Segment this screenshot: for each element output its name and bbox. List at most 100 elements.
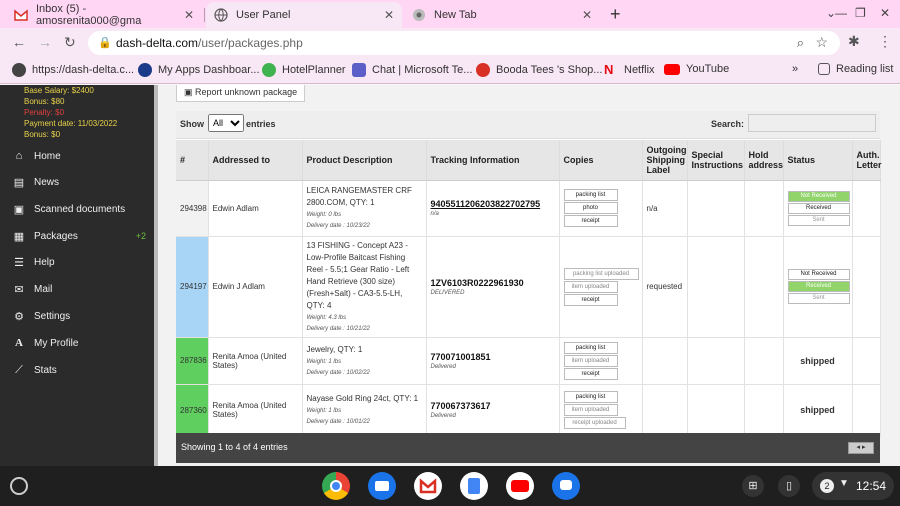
- bookmark-teams[interactable]: Chat | Microsoft Te...: [352, 63, 472, 77]
- maximize-icon[interactable]: ❐: [855, 6, 866, 20]
- status: Not Received Received Sent: [783, 180, 853, 237]
- addressed-to: Edwin J Adlam: [208, 236, 303, 338]
- sidebar-item-packages[interactable]: ▦ Packages +2: [0, 223, 154, 249]
- report-unknown-package-button[interactable]: ▣ Report unknown package: [176, 85, 306, 102]
- bookmark-booda-tees[interactable]: Booda Tees 's Shop...: [476, 63, 602, 77]
- tab-label: New Tab: [434, 9, 477, 21]
- forward-icon[interactable]: →: [38, 34, 52, 50]
- receipt-button[interactable]: receipt: [563, 215, 618, 227]
- tab-inbox[interactable]: Inbox (5) - amosrenita000@gma ✕: [6, 2, 202, 28]
- close-icon[interactable]: ✕: [384, 8, 394, 22]
- sidebar-item-settings[interactable]: ⚙ Settings: [0, 303, 154, 329]
- packing-list-button[interactable]: packing list: [563, 391, 618, 403]
- auth-letter: [852, 236, 881, 338]
- not-received-button[interactable]: Not Received: [787, 269, 850, 280]
- tracking-number[interactable]: 770067373617: [431, 401, 555, 411]
- tracking-number[interactable]: 1ZV6103R0222961930: [431, 278, 555, 288]
- item-uploaded-button[interactable]: item uploaded: [563, 404, 618, 416]
- bookmark-my-apps[interactable]: My Apps Dashboar...: [138, 63, 260, 77]
- bonus-secondary: Bonus: $0: [24, 130, 61, 139]
- tracking-status: Delivered: [430, 413, 456, 419]
- gmail-app-icon[interactable]: [414, 472, 442, 500]
- item-uploaded-button[interactable]: item uploaded: [563, 280, 618, 293]
- messages-app-icon[interactable]: [552, 472, 580, 500]
- col-auth-letter[interactable]: Auth. Letter: [852, 140, 882, 181]
- search-input[interactable]: [748, 114, 876, 132]
- minimize-icon[interactable]: —: [835, 6, 847, 20]
- col-special-instructions[interactable]: Special Instructions: [687, 140, 745, 181]
- phone-hub-icon[interactable]: ▯: [778, 475, 800, 497]
- receipt-button[interactable]: receipt: [563, 293, 618, 306]
- files-app-icon[interactable]: [368, 472, 396, 500]
- docs-app-icon[interactable]: [460, 472, 488, 500]
- col-number[interactable]: #: [176, 140, 209, 181]
- close-window-icon[interactable]: ✕: [880, 6, 890, 20]
- home-icon: ⌂: [15, 150, 23, 162]
- sidebar-item-scanned-documents[interactable]: ▣ Scanned documents: [0, 196, 154, 222]
- photo-button[interactable]: photo: [563, 202, 618, 214]
- tab-new-tab[interactable]: New Tab ✕: [404, 2, 600, 28]
- item-uploaded-button[interactable]: item uploaded: [563, 354, 618, 367]
- sent-button[interactable]: Sent: [787, 293, 850, 304]
- tab-user-panel[interactable]: User Panel ✕: [206, 2, 402, 28]
- col-product-description[interactable]: Product Description: [302, 140, 427, 181]
- more-bookmarks-button[interactable]: »: [792, 63, 798, 75]
- new-tab-button[interactable]: +: [610, 4, 621, 25]
- reload-icon[interactable]: ↻: [64, 34, 76, 51]
- packing-list-button[interactable]: packing list: [563, 189, 618, 201]
- sidebar-item-news[interactable]: ▤ News: [0, 169, 154, 195]
- tracking-number[interactable]: 770071001851: [431, 352, 555, 362]
- col-tracking-information[interactable]: Tracking Information: [426, 140, 560, 181]
- launcher-icon[interactable]: [10, 477, 28, 495]
- extensions-icon[interactable]: ✱: [848, 33, 860, 50]
- received-button[interactable]: Received: [787, 202, 850, 214]
- col-addressed-to[interactable]: Addressed to: [208, 140, 303, 181]
- close-icon[interactable]: ✕: [582, 8, 592, 22]
- col-outgoing-label[interactable]: Outgoing Shipping Label: [642, 140, 688, 181]
- entries-select[interactable]: All: [208, 114, 244, 132]
- table-controls: Show All entries Search:: [176, 111, 880, 139]
- zoom-icon[interactable]: ⌕: [797, 35, 804, 51]
- reading-list-button[interactable]: Reading list: [818, 63, 893, 75]
- status-tray[interactable]: 2 ▼ 12:54: [812, 472, 894, 500]
- sidebar-item-help[interactable]: ☰ Help: [0, 249, 154, 275]
- tracking-link[interactable]: 9405511206203822702795: [431, 199, 555, 209]
- back-icon[interactable]: ←: [12, 34, 26, 50]
- col-status[interactable]: Status: [783, 140, 853, 181]
- sidebar-item-my-profile[interactable]: A My Profile: [0, 330, 154, 356]
- youtube-app-icon[interactable]: [506, 472, 534, 500]
- packing-list-uploaded-button[interactable]: packing list uploaded: [563, 267, 639, 280]
- col-copies[interactable]: Copies: [559, 140, 643, 181]
- close-icon[interactable]: ✕: [184, 8, 194, 22]
- receipt-uploaded-button[interactable]: receipt uploaded: [563, 417, 626, 429]
- bookmark-dash-delta[interactable]: https://dash-delta.c...: [12, 63, 134, 77]
- col-hold-address[interactable]: Hold address: [744, 140, 784, 181]
- sidebar-item-mail[interactable]: ✉ Mail: [0, 276, 154, 302]
- sidebar-item-home[interactable]: ⌂ Home: [0, 143, 154, 169]
- product-description: 13 FISHING - Concept A23 - Low-Profile B…: [302, 236, 427, 338]
- outgoing-label: [642, 384, 688, 437]
- packing-list-button[interactable]: packing list: [563, 341, 618, 354]
- bookmark-youtube[interactable]: YouTube: [664, 63, 729, 75]
- receipt-button[interactable]: receipt: [563, 367, 618, 380]
- screen-capture-icon[interactable]: ⊞: [742, 475, 764, 497]
- pagination[interactable]: ◂ ▸: [848, 442, 874, 454]
- hold-address: [744, 180, 784, 237]
- weight: Weight: 1 lbs: [306, 358, 342, 365]
- address-bar[interactable]: 🔒 dash-delta.com/user/packages.php ⌕ ☆: [88, 31, 840, 55]
- netflix-icon: N: [604, 62, 614, 77]
- reading-list-icon: [818, 63, 830, 75]
- sent-button[interactable]: Sent: [787, 214, 850, 226]
- teams-icon: [352, 63, 366, 77]
- table-footer: Showing 1 to 4 of 4 entries ◂ ▸: [176, 433, 880, 463]
- bookmark-netflix[interactable]: N Netflix: [604, 63, 655, 77]
- received-button[interactable]: Received: [787, 281, 850, 292]
- bookmark-hotelplanner[interactable]: HotelPlanner: [262, 63, 346, 77]
- menu-icon[interactable]: ⋮: [878, 33, 892, 50]
- mail-icon: ✉: [14, 283, 24, 296]
- chrome-app-icon[interactable]: [322, 472, 350, 500]
- not-received-button[interactable]: Not Received: [787, 190, 850, 202]
- sidebar-item-stats[interactable]: ⟋ Stats: [0, 357, 154, 383]
- bookmark-star-icon[interactable]: ☆: [815, 34, 828, 51]
- table-header: # Addressed to Product Description Track…: [176, 140, 882, 181]
